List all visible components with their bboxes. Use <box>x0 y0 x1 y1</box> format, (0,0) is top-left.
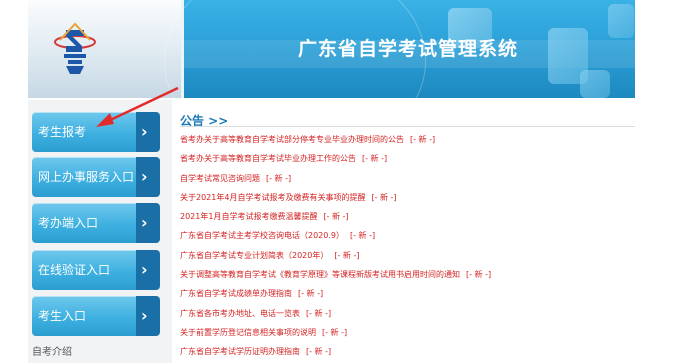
new-badge: [- 新 -] <box>323 212 349 222</box>
nav-button-label: 考生报考 <box>38 125 87 139</box>
announcement-link[interactable]: 2021年1月自学考试报考缴费温馨提醒 <box>180 212 317 221</box>
nav-button-label: 在线验证入口 <box>38 263 111 277</box>
announcement-item[interactable]: 自学考试常见咨询问题 [- 新 -] <box>180 169 640 188</box>
announcements-divider <box>180 126 635 127</box>
nav-button-label: 考生入口 <box>38 309 87 323</box>
puzzle-decoration <box>580 70 610 98</box>
announcement-link[interactable]: 广东省自学考试学历证明办理指南 <box>180 347 300 356</box>
new-badge: [- 新 -] <box>322 327 348 337</box>
chevron-right-icon: › <box>136 296 160 336</box>
announcement-item[interactable]: 关于调整高等教育自学考试《教育学原理》等课程新版考试用书启用时间的通知 [- 新 … <box>180 265 640 284</box>
announcement-link[interactable]: 省考办关于高等教育自学考试毕业办理工作的公告 <box>180 154 356 163</box>
nav-button-exam-registration[interactable]: 考生报考 › <box>32 112 160 152</box>
new-badge: [- 新 -] <box>306 308 332 318</box>
announcement-link[interactable]: 广东省自学考试成绩单办理指南 <box>180 289 292 298</box>
nav-button-candidate-portal[interactable]: 考生入口 › <box>32 296 160 336</box>
chevron-right-icon: › <box>136 112 160 152</box>
announcement-item[interactable]: 广东省各市考办地址、电话一览表 [- 新 -] <box>180 304 640 323</box>
announcement-link[interactable]: 自学考试常见咨询问题 <box>180 174 260 183</box>
nav-button-label: 考办端入口 <box>38 216 99 230</box>
chevron-right-icon: › <box>136 250 160 290</box>
chevron-right-icon: › <box>136 203 160 243</box>
sidebar: 考生报考 › 网上办事服务入口 › 考办端入口 › 在线验证入口 › 考生入口 … <box>28 100 172 363</box>
nav-button-label: 网上办事服务入口 <box>38 170 135 184</box>
announcement-item[interactable]: 省考办关于高等教育自学考试毕业办理工作的公告 [- 新 -] <box>180 149 640 168</box>
announcement-link[interactable]: 广东省各市考办地址、电话一览表 <box>180 309 300 318</box>
new-badge: [- 新 -] <box>371 192 397 202</box>
site-title: 广东省自学考试管理系统 <box>298 38 519 60</box>
new-badge: [- 新 -] <box>266 173 292 183</box>
announcement-link[interactable]: 关于2021年4月自学考试报考及缴费有关事项的提醒 <box>180 193 365 202</box>
new-badge: [- 新 -] <box>362 154 388 164</box>
announcement-item[interactable]: 2021年1月自学考试报考缴费温馨提醒 [- 新 -] <box>180 207 640 226</box>
new-badge: [- 新 -] <box>466 270 492 280</box>
announcement-item[interactable]: 广东省自学考试专业计划简表（2020年） [- 新 -] <box>180 246 640 265</box>
nav-button-online-verification[interactable]: 在线验证入口 › <box>32 250 160 290</box>
announcement-link[interactable]: 广东省自学考试专业计划简表（2020年） <box>180 251 328 260</box>
announcement-link[interactable]: 关于前置学历登记信息相关事项的说明 <box>180 328 316 337</box>
announcement-item[interactable]: 关于2021年4月自学考试报考及缴费有关事项的提醒 [- 新 -] <box>180 188 640 207</box>
announcement-item[interactable]: 广东省自学考试成绩单办理指南 [- 新 -] <box>180 284 640 303</box>
announcement-item[interactable]: 关于前置学历登记信息相关事项的说明 [- 新 -] <box>180 323 640 342</box>
intro-section-label: 自考介绍 <box>32 347 72 358</box>
new-badge: [- 新 -] <box>306 347 332 357</box>
exam-logo-icon <box>54 22 96 74</box>
new-badge: [- 新 -] <box>350 231 376 241</box>
new-badge: [- 新 -] <box>334 250 360 260</box>
new-badge: [- 新 -] <box>410 135 436 144</box>
announcement-link[interactable]: 关于调整高等教育自学考试《教育学原理》等课程新版考试用书启用时间的通知 <box>180 270 460 279</box>
announcement-link[interactable]: 广东省自学考试主考学校咨询电话（2020.9） <box>180 231 344 240</box>
puzzle-decoration <box>608 4 634 38</box>
site-header: 广东省自学考试管理系统 <box>28 0 635 98</box>
nav-button-office-portal[interactable]: 考办端入口 › <box>32 203 160 243</box>
chevron-right-icon: › <box>136 157 160 197</box>
nav-button-online-services[interactable]: 网上办事服务入口 › <box>32 157 160 197</box>
announcement-item[interactable]: 广东省自学考试主考学校咨询电话（2020.9） [- 新 -] <box>180 226 640 245</box>
announcement-list: 省考办关于高等教育自学考试部分停考专业毕业办理时间的公告 [- 新 -] 省考办关… <box>180 130 640 362</box>
new-badge: [- 新 -] <box>298 289 324 299</box>
announcement-link[interactable]: 省考办关于高等教育自学考试部分停考专业毕业办理时间的公告 <box>180 135 404 144</box>
announcement-item[interactable]: 广东省自学考试学历证明办理指南 [- 新 -] <box>180 342 640 361</box>
logo-panel <box>28 0 181 98</box>
announcement-item[interactable]: 省考办关于高等教育自学考试部分停考专业毕业办理时间的公告 [- 新 -] <box>180 130 640 149</box>
